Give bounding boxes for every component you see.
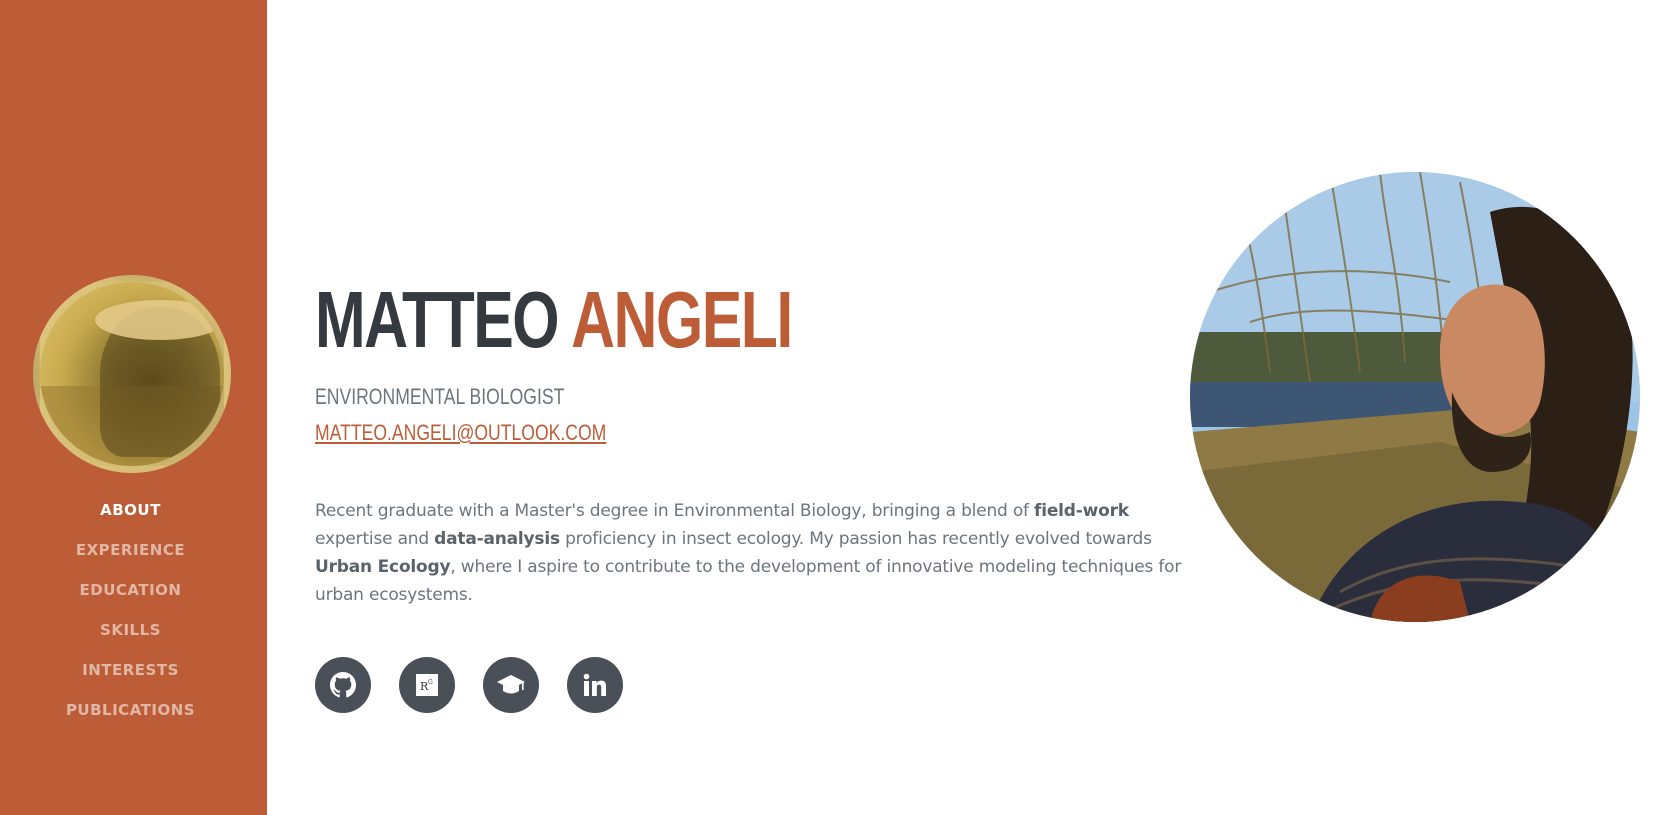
researchgate-icon: R G: [416, 674, 438, 696]
first-name: MATTEO: [315, 275, 560, 364]
page-title: MATTEO ANGELI: [315, 280, 793, 360]
nav-item-publications[interactable]: PUBLICATIONS: [0, 696, 261, 736]
about-section: MATTEO ANGELI ENVIRONMENTAL BIOLOGIST MA…: [315, 0, 1195, 815]
job-title: ENVIRONMENTAL BIOLOGIST: [315, 384, 565, 409]
researchgate-button[interactable]: R G: [399, 657, 455, 713]
profile-photo-scene: [1190, 172, 1640, 622]
svg-text:G: G: [428, 679, 433, 686]
bio-highlight-data-analysis: data-analysis: [434, 529, 560, 549]
nav-item-skills[interactable]: SKILLS: [0, 616, 261, 656]
bio-paragraph: Recent graduate with a Master's degree i…: [315, 497, 1185, 609]
sidebar-avatar: [33, 275, 231, 473]
page: ABOUT EXPERIENCE EDUCATION SKILLS INTERE…: [0, 0, 1653, 815]
graduation-cap-icon: [497, 675, 525, 694]
nav-item-education[interactable]: EDUCATION: [0, 576, 261, 616]
linkedin-button[interactable]: [567, 657, 623, 713]
profile-photo: [1190, 172, 1640, 622]
bio-text-2: expertise and: [315, 529, 435, 549]
email-link[interactable]: MATTEO.ANGELI@OUTLOOK.COM: [315, 420, 606, 446]
nav-item-about[interactable]: ABOUT: [0, 496, 261, 536]
github-icon: [330, 672, 356, 698]
github-button[interactable]: [315, 657, 371, 713]
bio-highlight-urban-ecology: Urban Ecology: [315, 557, 451, 577]
linkedin-icon: [583, 673, 606, 696]
google-scholar-button[interactable]: [483, 657, 539, 713]
avatar-hat: [95, 300, 224, 340]
bio-text-3: proficiency in insect ecology. My passio…: [559, 529, 1152, 549]
bio-highlight-field-work: field-work: [1034, 501, 1129, 521]
sidebar-nav: ABOUT EXPERIENCE EDUCATION SKILLS INTERE…: [0, 496, 261, 736]
social-links: R G: [315, 657, 651, 713]
sidebar: ABOUT EXPERIENCE EDUCATION SKILLS INTERE…: [0, 0, 267, 815]
last-name: ANGELI: [571, 275, 793, 364]
bio-text-1: Recent graduate with a Master's degree i…: [315, 501, 1035, 521]
nav-item-interests[interactable]: INTERESTS: [0, 656, 261, 696]
nav-item-experience[interactable]: EXPERIENCE: [0, 536, 261, 576]
